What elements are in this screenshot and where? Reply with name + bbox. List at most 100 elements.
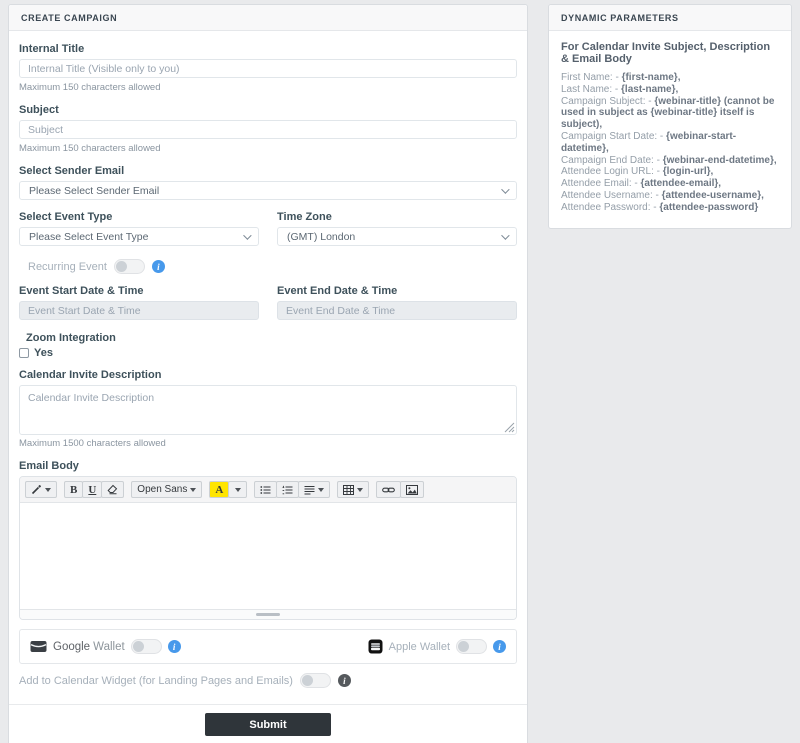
apple-wallet-item: Apple Wallet i	[368, 639, 506, 654]
form-footer: Submit	[9, 704, 527, 743]
email-body-edit-area[interactable]	[20, 503, 516, 609]
caret-down-icon	[318, 487, 325, 492]
event-start-label: Event Start Date & Time	[19, 285, 144, 297]
param-line: Attendee Email: - {attendee-email},	[561, 178, 722, 190]
param-line: Attendee Password: - {attendee-password}	[561, 201, 759, 213]
event-type-label: Select Event Type	[19, 211, 113, 223]
zoom-integration-checkbox[interactable]	[19, 348, 29, 358]
internal-title-group: Internal Title Maximum 150 characters al…	[19, 43, 517, 93]
magic-icon	[31, 485, 41, 495]
paragraph-button[interactable]	[298, 481, 331, 498]
event-dates-row: Event Start Date & Time Event End Date &…	[19, 285, 517, 320]
email-editor-toolbar: B U Open Sans A	[20, 477, 516, 503]
event-type-select[interactable]: Please Select Event Type	[19, 227, 259, 246]
font-family-button[interactable]: Open Sans	[131, 481, 203, 498]
zoom-integration-checkbox-label: Yes	[34, 347, 53, 359]
clear-format-button[interactable]	[101, 481, 125, 498]
drag-handle[interactable]	[256, 613, 280, 616]
subject-group: Subject Maximum 150 characters allowed	[19, 104, 517, 154]
param-line: Last Name: - {last-name},	[561, 83, 679, 95]
info-icon[interactable]: i	[167, 640, 181, 653]
add-to-calendar-label: Add to Calendar Widget (for Landing Page…	[19, 674, 293, 687]
picture-button[interactable]	[400, 481, 425, 498]
resize-handle-icon[interactable]	[504, 422, 515, 433]
table-button[interactable]	[337, 481, 370, 498]
param-line: Campaign Start Date: - {webinar-start-da…	[561, 130, 737, 154]
event-type-selected: Please Select Event Type	[29, 230, 149, 243]
unordered-list-icon	[260, 485, 271, 494]
add-to-calendar-toggle[interactable]	[299, 673, 331, 688]
dynamic-parameters-intro: For Calendar Invite Subject, Description…	[561, 41, 771, 65]
bold-icon: B	[70, 483, 78, 496]
apple-wallet-icon	[368, 639, 383, 654]
email-body-label: Email Body	[19, 460, 79, 472]
subject-helper: Maximum 150 characters allowed	[19, 143, 161, 154]
submit-button[interactable]: Submit	[205, 713, 331, 736]
apple-wallet-label: Apple Wallet	[388, 640, 450, 653]
zoom-integration-label: Zoom Integration	[26, 332, 116, 344]
panel-title: DYNAMIC PARAMETERS	[549, 5, 791, 31]
event-type-timezone-row: Select Event Type Please Select Event Ty…	[19, 211, 517, 246]
link-icon	[382, 487, 396, 492]
internal-title-helper: Maximum 150 characters allowed	[19, 82, 161, 93]
info-icon[interactable]: i	[337, 674, 351, 687]
underline-button[interactable]: U	[82, 481, 103, 498]
dynamic-parameters-panel: DYNAMIC PARAMETERS For Calendar Invite S…	[548, 4, 792, 229]
table-icon	[343, 484, 355, 495]
time-zone-select[interactable]: (GMT) London	[277, 227, 517, 246]
info-icon[interactable]: i	[151, 260, 165, 273]
google-wallet-brand: Google	[53, 640, 91, 653]
font-color-caret-button[interactable]	[228, 481, 248, 498]
recurring-event-toggle[interactable]	[113, 259, 145, 274]
event-start-input[interactable]	[19, 301, 259, 320]
ordered-list-icon	[282, 485, 293, 494]
google-wallet-word: Wallet	[93, 640, 125, 653]
underline-icon: U	[88, 483, 97, 496]
calendar-description-label: Calendar Invite Description	[19, 369, 162, 381]
param-line: Attendee Username: - {attendee-username}…	[561, 189, 764, 201]
chevron-down-icon	[243, 230, 252, 240]
event-end-label: Event End Date & Time	[277, 285, 398, 297]
internal-title-input[interactable]	[19, 59, 517, 78]
caret-down-icon	[234, 487, 241, 492]
google-wallet-toggle[interactable]	[130, 639, 162, 654]
calendar-description-group: Calendar Invite Description Maximum 1500…	[19, 369, 517, 449]
link-button[interactable]	[376, 481, 402, 498]
create-campaign-panel: CREATE CAMPAIGN Internal Title Maximum 1…	[8, 4, 528, 743]
calendar-description-textarea[interactable]	[19, 385, 517, 435]
caret-down-icon	[190, 487, 197, 492]
sender-email-label: Select Sender Email	[19, 165, 125, 177]
subject-label: Subject	[19, 104, 59, 116]
info-icon[interactable]: i	[493, 640, 506, 653]
unordered-list-button[interactable]	[254, 481, 278, 498]
eraser-icon	[107, 484, 118, 495]
chevron-down-icon	[501, 184, 510, 194]
param-line: Campaign End Date: - {webinar-end-dateti…	[561, 154, 777, 166]
sender-email-select[interactable]: Please Select Sender Email	[19, 181, 517, 200]
apple-wallet-toggle[interactable]	[456, 639, 487, 654]
caret-down-icon	[357, 487, 364, 492]
recurring-event-label: Recurring Event	[28, 260, 107, 273]
panel-title: CREATE CAMPAIGN	[9, 5, 527, 31]
font-color-button[interactable]: A	[209, 481, 230, 498]
email-editor-statusbar	[20, 609, 516, 619]
picture-icon	[406, 484, 419, 495]
google-wallet-item: Google Wallet i	[30, 639, 181, 654]
calendar-description-helper: Maximum 1500 characters allowed	[19, 438, 166, 449]
sender-email-group: Select Sender Email Please Select Sender…	[19, 165, 517, 200]
subject-input[interactable]	[19, 120, 517, 139]
email-body-editor: B U Open Sans A	[19, 476, 517, 620]
email-body-group: Email Body B U Open Sans A	[19, 460, 517, 620]
time-zone-selected: (GMT) London	[287, 230, 356, 243]
paragraph-icon	[304, 485, 315, 495]
param-line: Attendee Login URL: - {login-url},	[561, 166, 714, 178]
event-end-input[interactable]	[277, 301, 517, 320]
ordered-list-button[interactable]	[276, 481, 300, 498]
time-zone-label: Time Zone	[277, 211, 332, 223]
caret-down-icon	[45, 487, 51, 492]
zoom-integration-group: Zoom Integration Yes	[19, 332, 517, 359]
bold-button[interactable]: B	[64, 481, 84, 498]
param-line: Campaign Subject: - {webinar-title} (can…	[561, 95, 775, 131]
style-magic-button[interactable]	[25, 481, 57, 498]
add-to-calendar-row: Add to Calendar Widget (for Landing Page…	[19, 673, 517, 688]
